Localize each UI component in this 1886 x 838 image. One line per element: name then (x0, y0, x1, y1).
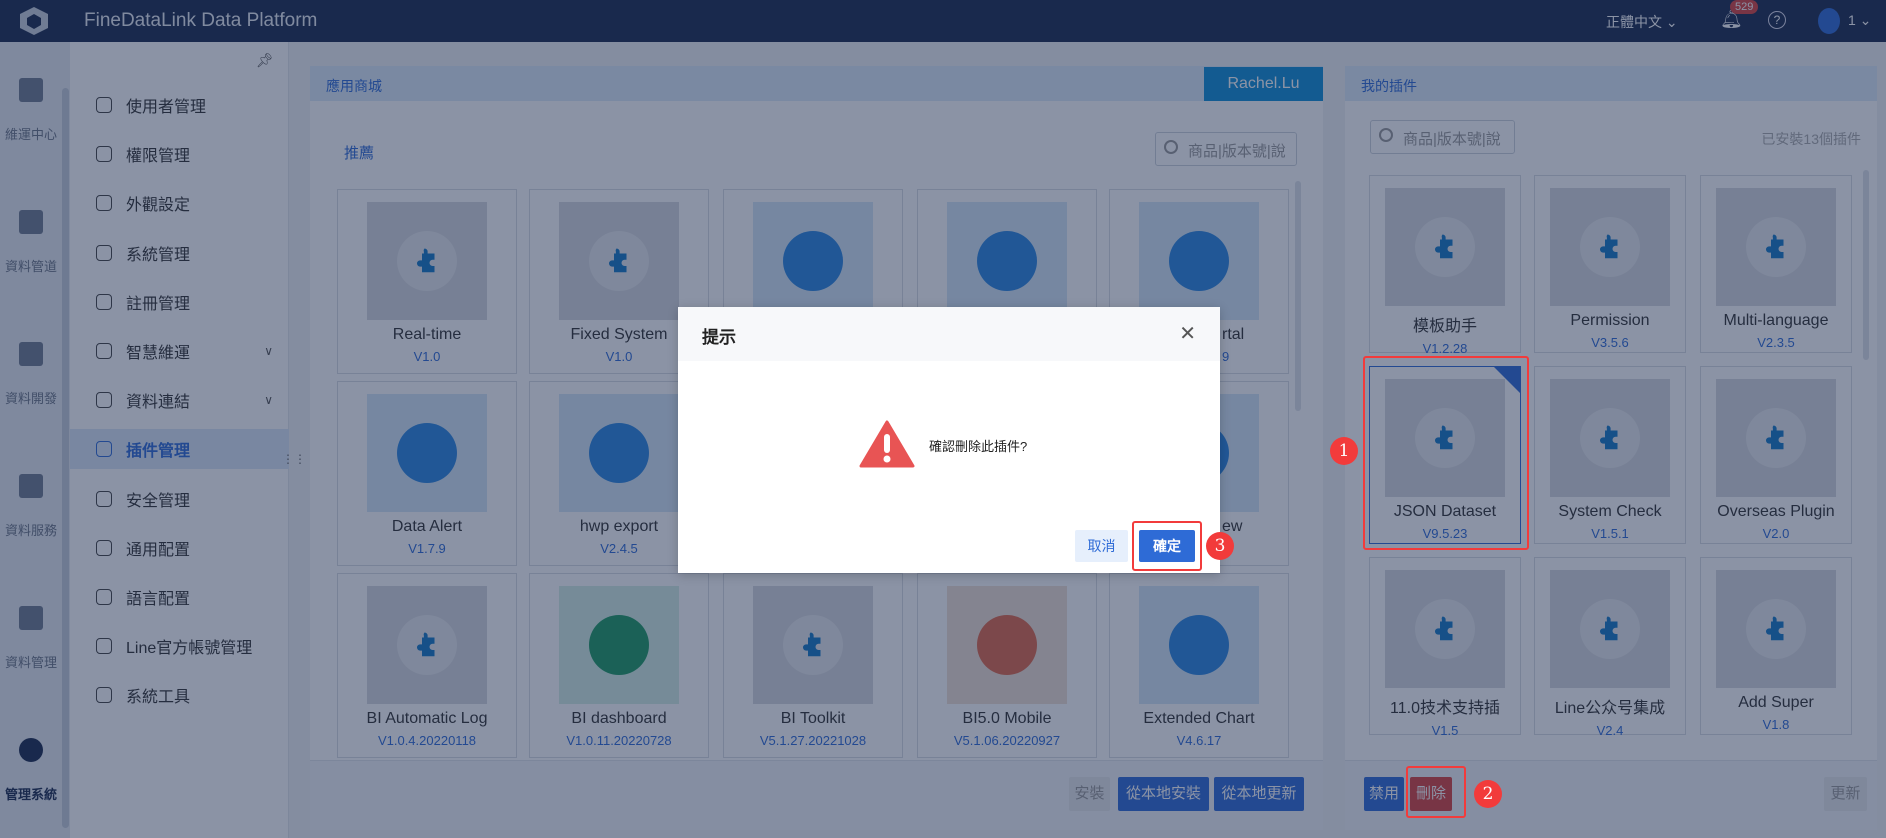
annotation-box-1 (1363, 356, 1529, 550)
annotation-badge-3: 3 (1206, 532, 1234, 560)
annotation-badge-1: 1 (1330, 437, 1358, 465)
annotation-box-3 (1132, 521, 1202, 571)
dialog-header: 提示 (678, 307, 1220, 361)
warning-icon (859, 420, 915, 468)
dialog-message: 確認刪除此插件? (929, 439, 1028, 454)
annotation-badge-2: 2 (1474, 780, 1502, 808)
close-icon[interactable]: ✕ (1179, 321, 1196, 346)
cancel-button[interactable]: 取消 (1075, 530, 1128, 562)
dialog-title: 提示 (702, 328, 736, 347)
annotation-box-2 (1406, 766, 1466, 818)
